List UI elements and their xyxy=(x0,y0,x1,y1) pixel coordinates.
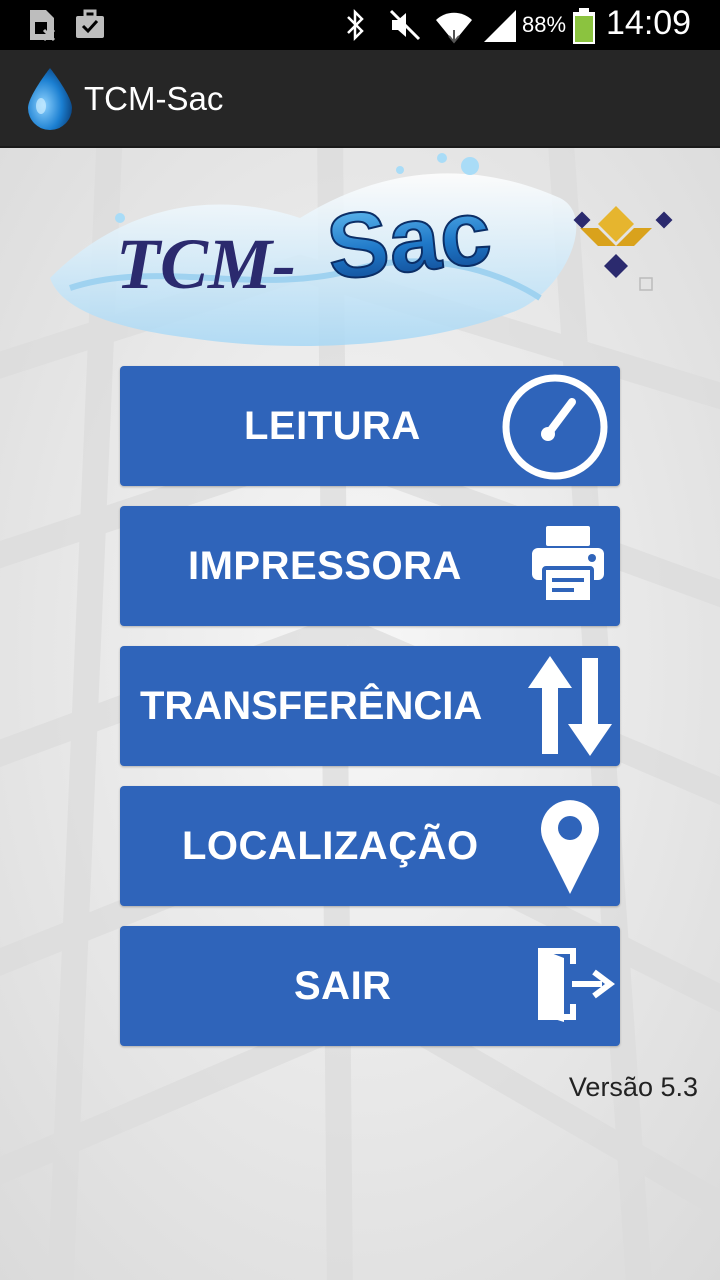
battery-percent: 88% xyxy=(522,12,567,37)
leitura-label: LEITURA xyxy=(244,404,421,448)
transferencia-label: TRANSFERÊNCIA xyxy=(140,684,483,728)
transferencia-button[interactable]: TRANSFERÊNCIA xyxy=(120,646,620,766)
water-drop-icon[interactable] xyxy=(24,66,76,130)
action-bar: TCM-Sac xyxy=(0,50,720,148)
brand-emblem xyxy=(573,206,673,291)
signal-icon xyxy=(484,10,516,42)
mute-icon xyxy=(389,9,421,41)
clock: 14:09 xyxy=(606,4,692,42)
localizacao-button[interactable]: LOCALIZAÇÃO xyxy=(120,786,620,906)
leitura-button[interactable]: LEITURA xyxy=(120,366,620,486)
gauge-icon xyxy=(502,374,608,480)
briefcase-check-icon xyxy=(76,9,104,38)
wifi-icon xyxy=(436,12,472,44)
up-down-arrows-icon xyxy=(528,656,612,756)
bluetooth-icon xyxy=(347,8,364,42)
tcm-sac-logo: TCM- Sac xyxy=(50,153,673,346)
sair-label: SAIR xyxy=(294,964,392,1008)
logo-text-sac: Sac xyxy=(322,181,495,300)
localizacao-label: LOCALIZAÇÃO xyxy=(182,824,479,868)
map-pin-icon xyxy=(541,800,599,894)
impressora-label: IMPRESSORA xyxy=(188,544,462,588)
sim-warning-icon xyxy=(30,10,56,42)
impressora-button[interactable]: IMPRESSORA xyxy=(120,506,620,626)
logo-text-tcm: TCM- xyxy=(116,224,296,304)
status-bar: 88% 14:09 xyxy=(0,0,720,50)
battery-icon xyxy=(573,8,595,44)
sair-button[interactable]: SAIR xyxy=(120,926,620,1046)
exit-door-icon xyxy=(538,948,615,1022)
app-title: TCM-Sac xyxy=(84,80,224,117)
main-content: TCM- Sac LEITURA IMPRESSORA TRANSFERÊNCI… xyxy=(0,148,720,1280)
version-label: Versão 5.3 xyxy=(568,1072,698,1102)
printer-icon xyxy=(532,526,604,604)
